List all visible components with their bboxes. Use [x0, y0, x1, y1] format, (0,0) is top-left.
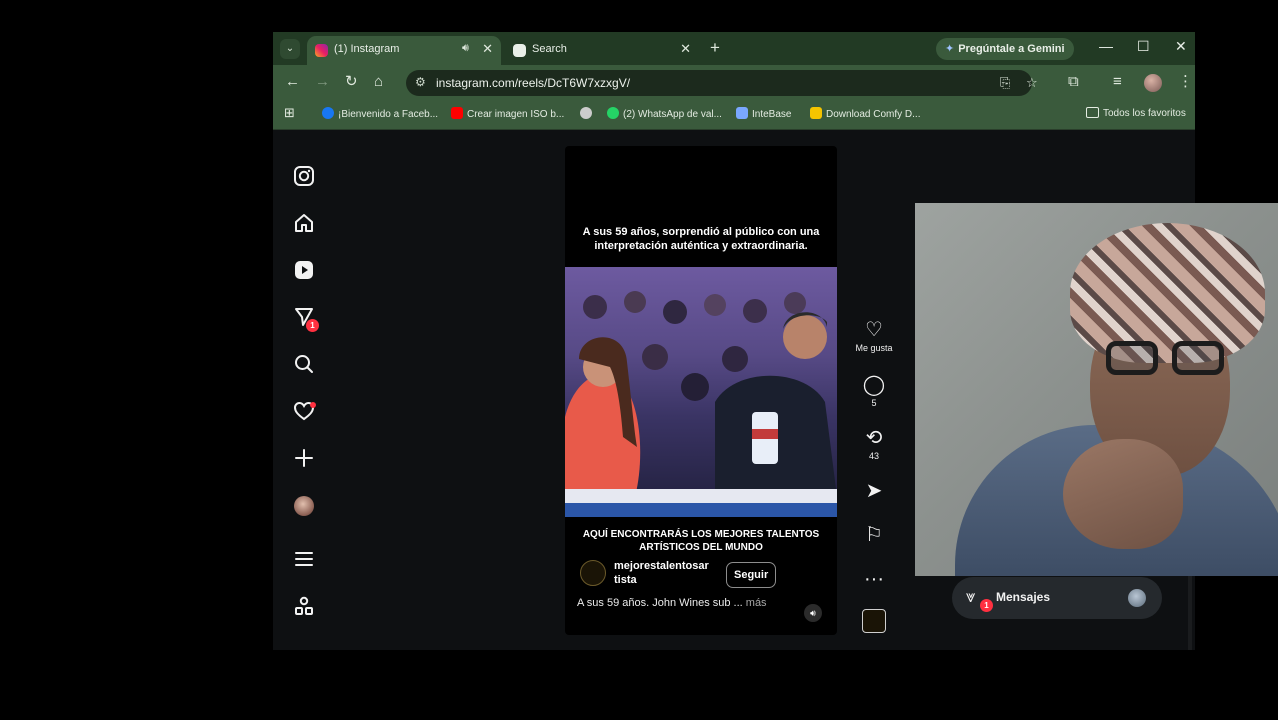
home-icon[interactable]	[292, 212, 316, 236]
more-options-button[interactable]: ···	[847, 568, 901, 590]
like-label: Me gusta	[855, 343, 893, 353]
save-button[interactable]: ⚐	[847, 524, 901, 546]
bookmark-facebook[interactable]: ¡Bienvenido a Faceb...	[322, 107, 438, 120]
new-tab-button[interactable]: +	[710, 38, 720, 58]
author-avatar[interactable]	[580, 560, 606, 586]
intebase-icon	[736, 107, 748, 119]
bookmark-star-icon[interactable]: ☆	[1026, 75, 1038, 91]
close-tab-icon[interactable]: ✕	[482, 41, 493, 57]
youtube-icon	[451, 107, 463, 119]
close-window-button[interactable]: ✕	[1175, 38, 1187, 55]
gemini-sparkle-icon: ✦	[945, 43, 955, 55]
notification-dot	[310, 402, 316, 408]
apps-grid-icon[interactable]: ⊞	[284, 105, 295, 121]
send-message-icon: ⩔	[966, 587, 976, 606]
more-menu-icon[interactable]	[292, 548, 316, 572]
browser-toolbar: ← → ↻ ⌂ ⚙ instagram.com/reels/DcT6W7xzxg…	[273, 65, 1195, 101]
reading-list-icon[interactable]: ≡	[1113, 74, 1122, 90]
messages-badge: 1	[306, 319, 319, 332]
more-link[interactable]: más	[746, 597, 767, 609]
profile-avatar[interactable]	[1144, 74, 1162, 92]
heart-icon: ♡	[865, 319, 883, 341]
comment-icon: ◯	[862, 374, 886, 396]
create-icon[interactable]	[292, 447, 316, 471]
ellipsis-icon: ···	[864, 568, 884, 590]
all-bookmarks[interactable]: Todos los favoritos	[1086, 107, 1186, 119]
comment-button[interactable]: ◯ 5	[847, 374, 901, 408]
address-bar[interactable]: ⚙ instagram.com/reels/DcT6W7xzxgV/ ⎘ ☆	[406, 70, 1038, 96]
like-button[interactable]: ♡ Me gusta	[847, 319, 901, 353]
whatsapp-icon	[607, 107, 619, 119]
extensions-icon[interactable]: ⧉	[1068, 74, 1079, 90]
play-favicon-icon	[513, 44, 526, 57]
instagram-favicon-icon	[315, 44, 328, 57]
folder-icon	[1086, 107, 1099, 118]
minimize-button[interactable]: —	[1099, 38, 1113, 54]
messages-label: Mensajes	[996, 590, 1051, 604]
tab-strip: ⌄ (1) Instagram 🔊︎ ✕ Search ✕ + ✦ Pregúnt…	[273, 32, 1195, 65]
bookmark-chrome[interactable]	[580, 107, 596, 120]
webcam-overlay	[915, 203, 1278, 576]
site-info-icon[interactable]: ⚙	[415, 75, 426, 89]
tab-title: (1) Instagram	[334, 43, 400, 55]
bookmark-iso[interactable]: Crear imagen ISO b...	[451, 107, 564, 120]
tab-instagram[interactable]: (1) Instagram 🔊︎ ✕	[307, 36, 501, 65]
volume-icon[interactable]: 🔊︎	[804, 604, 822, 622]
messages-pill[interactable]: ⩔ 1 Mensajes	[952, 577, 1162, 619]
reload-icon[interactable]: ↻	[345, 74, 358, 90]
instagram-logo-icon[interactable]	[292, 165, 316, 189]
reels-icon[interactable]	[292, 259, 316, 283]
forward-icon[interactable]: →	[315, 74, 330, 90]
follow-button[interactable]: Seguir	[726, 562, 777, 588]
bookmark-icon: ⚐	[865, 524, 883, 546]
share-button[interactable]: ➤	[847, 480, 901, 502]
gemini-label: Pregúntale a Gemini	[958, 43, 1065, 55]
install-app-icon[interactable]: ⎘	[1000, 75, 1010, 91]
messages-pill-badge: 1	[980, 599, 993, 612]
repost-button[interactable]: ⟲ 43	[847, 427, 901, 461]
repost-count: 43	[868, 451, 879, 461]
search-icon[interactable]	[292, 353, 316, 377]
audio-playing-icon[interactable]: 🔊︎	[462, 42, 469, 55]
bookmark-intebase[interactable]: InteBase	[736, 107, 791, 120]
url-text[interactable]: instagram.com/reels/DcT6W7xzxgV/	[436, 76, 630, 90]
back-icon[interactable]: ←	[285, 74, 300, 90]
bookmark-whatsapp[interactable]: (2) WhatsApp de val...	[607, 107, 722, 120]
description-text: A sus 59 años. John Wines sub ...	[577, 597, 743, 609]
send-icon: ➤	[865, 480, 883, 502]
tab-title: Search	[532, 43, 567, 55]
chrome-menu-icon[interactable]: ⋮	[1178, 74, 1193, 90]
contact-avatar	[1128, 589, 1146, 607]
profile-nav-avatar[interactable]	[294, 496, 314, 516]
home-browser-icon[interactable]: ⌂	[374, 74, 383, 90]
maximize-button[interactable]: ☐	[1137, 38, 1150, 55]
reel-video[interactable]: A sus 59 años, sorprendió al público con…	[565, 146, 837, 635]
tab-search[interactable]: Search ✕	[505, 36, 699, 65]
bookmark-comfy[interactable]: Download Comfy D...	[810, 107, 920, 120]
comment-count: 5	[871, 398, 877, 408]
gemini-button[interactable]: ✦ Pregúntale a Gemini	[936, 38, 1074, 60]
reel-video-frame	[565, 267, 837, 517]
reel-caption: A sus 59 años, sorprendió al público con…	[582, 226, 820, 252]
webcam-glasses	[1102, 341, 1230, 377]
reel-description: A sus 59 años. John Wines sub ... más	[577, 597, 767, 609]
webcam-hand	[1063, 439, 1183, 549]
author-username[interactable]: mejorestalentosar tista	[614, 559, 719, 587]
audio-thumbnail[interactable]	[862, 609, 886, 633]
comfy-icon	[810, 107, 822, 119]
bookmarks-bar: ⊞ ¡Bienvenido a Faceb... Crear imagen IS…	[273, 101, 1195, 130]
chrome-icon	[580, 107, 592, 119]
facebook-icon	[322, 107, 334, 119]
reel-overlay-text: AQUÍ ENCONTRARÁS LOS MEJORES TALENTOS AR…	[582, 529, 820, 553]
repost-icon: ⟲	[865, 427, 883, 449]
also-from-meta-icon[interactable]	[292, 595, 316, 619]
tab-search-dropdown[interactable]: ⌄	[280, 39, 300, 59]
close-tab-icon[interactable]: ✕	[680, 41, 691, 57]
